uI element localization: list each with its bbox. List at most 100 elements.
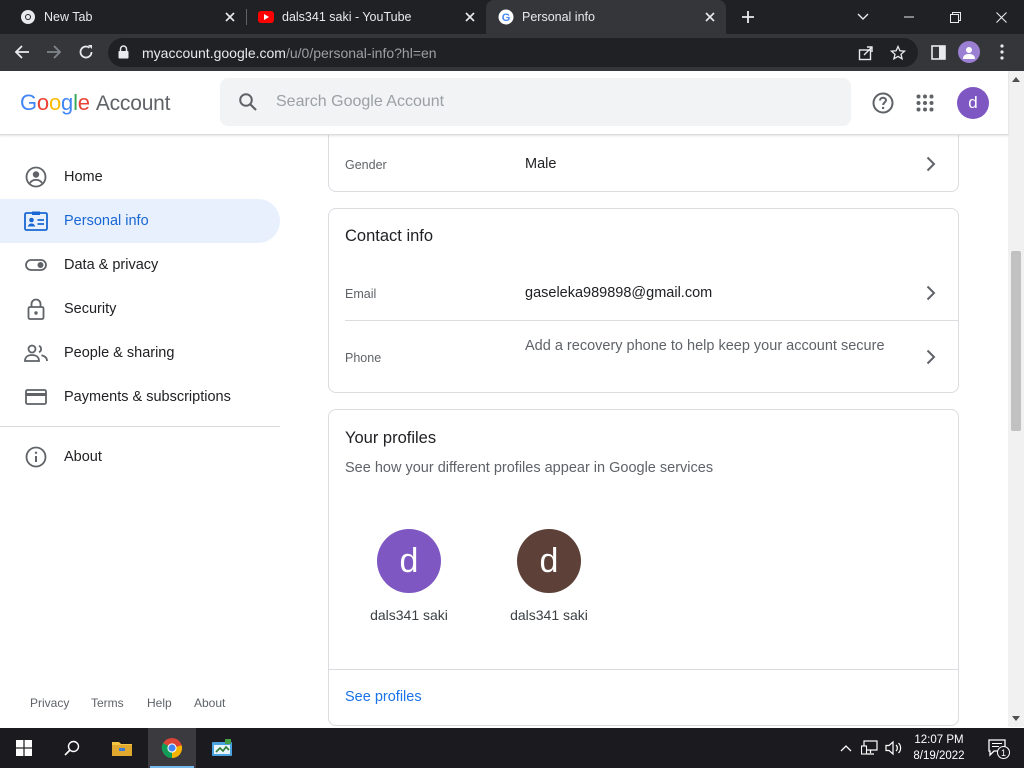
search-icon[interactable] bbox=[238, 92, 258, 117]
phone-value: Add a recovery phone to help keep your a… bbox=[525, 338, 885, 354]
logo-letter: o bbox=[36, 90, 49, 115]
sidebar-item-label: Payments & subscriptions bbox=[64, 389, 231, 405]
sidebar-item-security[interactable]: Security bbox=[0, 287, 280, 331]
windows-start-icon[interactable] bbox=[0, 728, 48, 768]
bookmark-star-icon[interactable] bbox=[884, 39, 912, 67]
google-icon: G bbox=[498, 9, 514, 25]
scrollbar-thumb[interactable] bbox=[1011, 251, 1021, 431]
footer-about-link[interactable]: About bbox=[194, 696, 225, 710]
email-label: Email bbox=[345, 287, 377, 301]
scroll-up-arrow-icon[interactable] bbox=[1012, 77, 1020, 82]
email-row[interactable]: Email gaseleka989898@gmail.com bbox=[345, 265, 958, 321]
sidebar-item-label: Personal info bbox=[64, 213, 149, 229]
close-tab-icon[interactable] bbox=[222, 9, 238, 25]
notification-center-icon[interactable]: 1 bbox=[984, 738, 1012, 759]
sidebar-item-personal-info[interactable]: Personal info bbox=[0, 199, 280, 243]
tab-title: Personal info bbox=[522, 10, 595, 24]
profile-avatar[interactable]: d bbox=[377, 529, 441, 593]
tab-youtube[interactable]: dals341 saki - YouTube bbox=[238, 0, 486, 34]
profiles-divider bbox=[329, 669, 958, 670]
file-explorer-icon[interactable] bbox=[98, 728, 146, 768]
logo-letter: g bbox=[61, 90, 74, 115]
clock-date: 8/19/2022 bbox=[913, 750, 965, 762]
credit-card-icon bbox=[24, 385, 48, 409]
notification-count-badge: 1 bbox=[997, 746, 1010, 759]
sidebar-item-label: Security bbox=[64, 301, 117, 317]
sidebar-item-data-privacy[interactable]: Data & privacy bbox=[0, 243, 280, 287]
chevron-right-icon bbox=[919, 281, 943, 305]
phone-label: Phone bbox=[345, 351, 382, 365]
apps-grid-icon[interactable] bbox=[913, 91, 937, 115]
sidebar-item-people-sharing[interactable]: People & sharing bbox=[0, 331, 280, 375]
profiles-subtitle: See how your different profiles appear i… bbox=[345, 460, 714, 476]
contact-info-card: Contact info Email gaseleka989898@gmail.… bbox=[328, 208, 959, 393]
share-icon[interactable] bbox=[852, 39, 880, 67]
account-avatar[interactable]: d bbox=[957, 87, 989, 119]
google-account-logo[interactable]: Google Account bbox=[20, 90, 170, 116]
sidebar-item-label: People & sharing bbox=[64, 345, 175, 361]
forward-button[interactable] bbox=[40, 38, 68, 66]
sidebar-item-payments[interactable]: Payments & subscriptions bbox=[0, 375, 280, 419]
sidebar-item-label: Home bbox=[64, 169, 103, 185]
new-tab-button[interactable] bbox=[736, 5, 760, 29]
taskbar-clock[interactable]: 12:07 PM 8/19/2022 bbox=[904, 732, 974, 764]
id-card-icon bbox=[24, 209, 48, 233]
taskbar-chrome-icon[interactable] bbox=[148, 728, 196, 768]
profile-name[interactable]: dals341 saki bbox=[489, 607, 609, 623]
browser-toolbar: myaccount.google.com/u/0/personal-info?h… bbox=[0, 34, 1024, 71]
help-icon[interactable] bbox=[871, 91, 895, 115]
windows-taskbar: 12:07 PM 8/19/2022 1 bbox=[0, 728, 1024, 768]
minimize-button[interactable] bbox=[886, 0, 932, 34]
email-value: gaseleka989898@gmail.com bbox=[525, 285, 713, 301]
search-box bbox=[220, 78, 851, 126]
see-profiles-link[interactable]: See profiles bbox=[345, 689, 422, 705]
logo-letter: e bbox=[77, 90, 90, 115]
close-window-button[interactable] bbox=[978, 0, 1024, 34]
basic-info-card: Gender Male bbox=[328, 125, 959, 192]
restore-button[interactable] bbox=[932, 0, 978, 34]
url-host: myaccount.google.com bbox=[142, 45, 286, 61]
sidebar-item-label: Data & privacy bbox=[64, 257, 159, 273]
logo-account-text: Account bbox=[95, 92, 171, 115]
page-scrollbar[interactable] bbox=[1008, 71, 1024, 727]
address-bar[interactable]: myaccount.google.com/u/0/personal-info?h… bbox=[108, 38, 918, 67]
profile-name[interactable]: dals341 saki bbox=[349, 607, 469, 623]
back-button[interactable] bbox=[8, 38, 36, 66]
tab-search-button[interactable] bbox=[840, 0, 886, 34]
taskbar-app-icon[interactable] bbox=[198, 728, 246, 768]
clock-time: 12:07 PM bbox=[914, 734, 964, 746]
toggle-icon bbox=[24, 253, 48, 277]
logo-letter: G bbox=[20, 90, 37, 115]
scroll-down-arrow-icon[interactable] bbox=[1012, 716, 1020, 721]
logo-letter: o bbox=[48, 90, 62, 115]
close-tab-icon[interactable] bbox=[462, 9, 478, 25]
gender-value: Male bbox=[525, 156, 557, 172]
chevron-right-icon bbox=[919, 345, 943, 369]
gender-row[interactable]: Gender Male bbox=[329, 136, 958, 192]
tray-chevron-up-icon[interactable] bbox=[836, 738, 856, 758]
search-input[interactable] bbox=[276, 78, 836, 126]
chrome-icon bbox=[20, 9, 36, 25]
footer-privacy-link[interactable]: Privacy bbox=[30, 696, 69, 710]
lock-icon[interactable] bbox=[118, 45, 129, 64]
browser-profile-avatar[interactable] bbox=[958, 41, 980, 63]
footer-help-link[interactable]: Help bbox=[147, 696, 172, 710]
footer-terms-link[interactable]: Terms bbox=[91, 696, 124, 710]
close-tab-icon[interactable] bbox=[702, 9, 718, 25]
sidebar-item-about[interactable]: About bbox=[0, 435, 280, 479]
contact-info-title: Contact info bbox=[345, 227, 434, 245]
chrome-menu-icon[interactable] bbox=[988, 38, 1016, 66]
reload-button[interactable] bbox=[72, 38, 100, 66]
sidebar-item-home[interactable]: Home bbox=[0, 155, 280, 199]
side-panel-icon[interactable] bbox=[924, 38, 952, 66]
tab-personal-info[interactable]: G Personal info bbox=[486, 0, 726, 34]
gender-label: Gender bbox=[345, 158, 387, 172]
lock-icon bbox=[24, 297, 48, 321]
tab-new-tab[interactable]: New Tab bbox=[0, 0, 246, 34]
phone-row[interactable]: Phone Add a recovery phone to help keep … bbox=[329, 321, 958, 393]
network-icon[interactable] bbox=[860, 738, 880, 758]
url-path: /u/0/personal-info?hl=en bbox=[285, 45, 437, 61]
profile-avatar[interactable]: d bbox=[517, 529, 581, 593]
volume-icon[interactable] bbox=[884, 738, 904, 758]
taskbar-search-icon[interactable] bbox=[48, 728, 96, 768]
